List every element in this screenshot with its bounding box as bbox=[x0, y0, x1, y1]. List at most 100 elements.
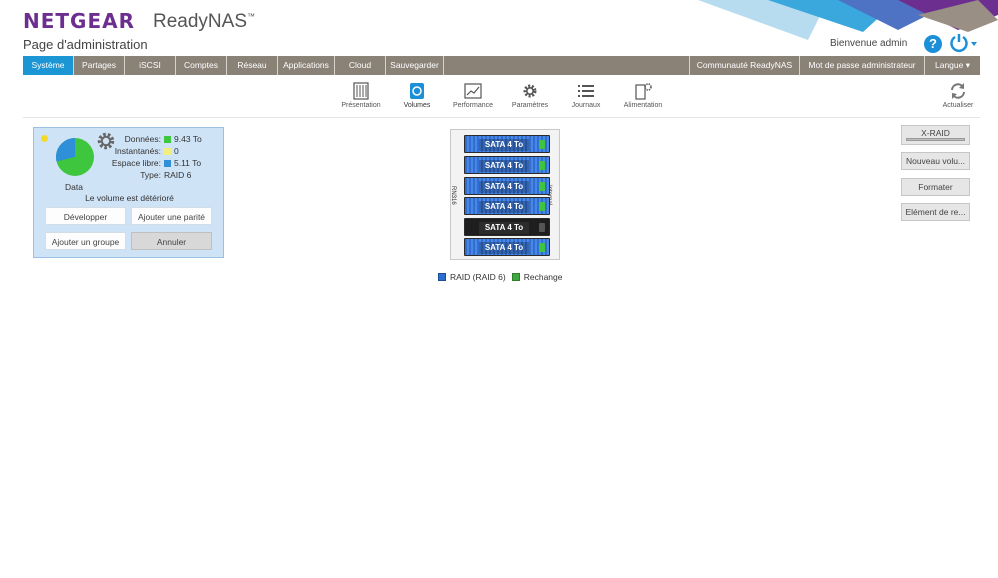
tab-network[interactable]: Réseau bbox=[227, 56, 278, 75]
chassis-model-label: RN316 bbox=[450, 186, 456, 205]
data-swatch bbox=[164, 135, 171, 143]
power-menu-button[interactable] bbox=[949, 33, 979, 53]
subtool-performance[interactable]: Performance bbox=[443, 82, 503, 109]
power-settings-icon bbox=[635, 83, 652, 100]
toolbar-divider bbox=[23, 117, 980, 118]
cancel-button[interactable]: Annuler bbox=[131, 232, 212, 250]
tab-cloud[interactable]: Cloud bbox=[335, 56, 386, 75]
stat-label: Instantanés: bbox=[114, 146, 161, 156]
add-parity-button[interactable]: Ajouter une parité bbox=[131, 207, 212, 225]
stat-value-text: 9.43 To bbox=[174, 134, 202, 144]
volume-stats: Données: 9.43 To Instantanés: 0 Espace l… bbox=[104, 133, 224, 181]
chevron-down-icon bbox=[971, 42, 977, 46]
stat-free-space: Espace libre: 5.11 To bbox=[104, 157, 224, 169]
disk-legend: RAID (RAID 6) Rechange bbox=[438, 272, 563, 282]
disk-led bbox=[539, 140, 545, 149]
disk-bay-5[interactable]: SATA 4 To bbox=[464, 218, 550, 236]
disk-bay-1[interactable]: SATA 4 To bbox=[464, 135, 550, 153]
language-label: Langue bbox=[934, 60, 964, 70]
subtool-label: Présentation bbox=[341, 102, 381, 109]
refresh-button[interactable]: Actualiser bbox=[928, 82, 988, 109]
subtool-label: Alimentation bbox=[623, 102, 663, 109]
subtool-power[interactable]: Alimentation bbox=[613, 82, 673, 109]
disk-label: SATA 4 To bbox=[479, 160, 529, 172]
spare-element-button[interactable]: Elément de re... bbox=[901, 203, 970, 221]
stat-value-text: RAID 6 bbox=[164, 170, 192, 180]
help-button[interactable]: ? bbox=[924, 35, 942, 53]
stat-label: Espace libre: bbox=[111, 158, 161, 168]
stat-type: Type: RAID 6 bbox=[104, 169, 224, 181]
legend-spare-label: Rechange bbox=[523, 272, 563, 282]
subtool-label: Volumes bbox=[403, 102, 431, 109]
tab-iscsi[interactable]: iSCSI bbox=[125, 56, 176, 75]
refresh-icon bbox=[951, 83, 965, 99]
volume-status-text: Le volume est détérioré bbox=[85, 193, 174, 203]
nav-community[interactable]: Communauté ReadyNAS bbox=[690, 56, 800, 75]
xraid-label: X-RAID bbox=[921, 128, 950, 138]
disk-bay-2[interactable]: SATA 4 To bbox=[464, 156, 550, 174]
readynas-admin-page: NETGEAR ReadyNAS™ Page d'administration … bbox=[0, 0, 998, 578]
legend-raid-label: RAID (RAID 6) bbox=[450, 272, 506, 282]
tab-system[interactable]: Système bbox=[23, 56, 74, 75]
power-icon bbox=[950, 34, 968, 53]
disk-led bbox=[539, 243, 545, 252]
disk-bay-6[interactable]: SATA 4 To bbox=[464, 238, 550, 256]
chevron-down-icon: ▾ bbox=[965, 60, 971, 70]
xraid-button[interactable]: X-RAID bbox=[901, 125, 970, 145]
raid-swatch bbox=[438, 273, 446, 281]
disk-label: SATA 4 To bbox=[479, 139, 529, 151]
volume-card[interactable]: Données: 9.43 To Instantanés: 0 Espace l… bbox=[33, 127, 224, 258]
xraid-indicator bbox=[906, 138, 965, 141]
subtool-label: Performance bbox=[452, 102, 494, 109]
subtool-settings[interactable]: Paramètres bbox=[500, 82, 560, 109]
tab-backup[interactable]: Sauvegarder bbox=[386, 56, 444, 75]
tab-apps[interactable]: Applications bbox=[278, 56, 335, 75]
free-swatch bbox=[164, 159, 171, 167]
trademark-mark: ™ bbox=[247, 12, 255, 21]
settings-icon bbox=[523, 84, 537, 98]
expand-button[interactable]: Développer bbox=[45, 207, 126, 225]
volume-usage-pie bbox=[55, 137, 94, 176]
disk-label: SATA 4 To bbox=[479, 222, 529, 234]
disk-bay-3[interactable]: SATA 4 To bbox=[464, 177, 550, 195]
spare-swatch bbox=[511, 273, 520, 281]
new-volume-button[interactable]: Nouveau volu... bbox=[901, 152, 970, 170]
format-button[interactable]: Formater bbox=[901, 178, 970, 196]
tab-shares[interactable]: Partages bbox=[74, 56, 125, 75]
nav-spacer bbox=[444, 56, 690, 75]
nas-chassis: RN316 Internal SATA 4 To SATA 4 To SATA … bbox=[450, 129, 560, 260]
nav-admin-password[interactable]: Mot de passe administrateur bbox=[800, 56, 925, 75]
volume-status-dot bbox=[41, 135, 48, 142]
disk-bay-4[interactable]: SATA 4 To bbox=[464, 197, 550, 215]
stat-label: Type: bbox=[140, 170, 161, 180]
add-group-button[interactable]: Ajouter un groupe bbox=[45, 232, 126, 250]
system-subtoolbar: Présentation Volumes Performance Paramèt… bbox=[0, 82, 998, 112]
stat-value-text: 0 bbox=[174, 146, 179, 156]
stat-data: Données: 9.43 To bbox=[104, 133, 224, 145]
subtool-volumes[interactable]: Volumes bbox=[387, 82, 447, 109]
stat-value-text: 5.11 To bbox=[174, 158, 202, 168]
product-name: ReadyNAS™ bbox=[153, 11, 255, 33]
tab-accounts[interactable]: Comptes bbox=[176, 56, 227, 75]
page-subtitle: Page d'administration bbox=[23, 37, 148, 52]
volumes-icon bbox=[410, 83, 424, 99]
disk-label: SATA 4 To bbox=[479, 242, 529, 254]
stat-snapshots: Instantanés: 0 bbox=[104, 145, 224, 157]
stat-value: 9.43 To bbox=[164, 133, 202, 145]
snapshot-swatch bbox=[164, 147, 171, 155]
volume-name: Data bbox=[65, 182, 83, 192]
subtool-label: Journaux bbox=[571, 102, 601, 109]
subtool-logs[interactable]: Journaux bbox=[556, 82, 616, 109]
nav-language[interactable]: Langue ▾ bbox=[925, 56, 980, 75]
stat-value: 0 bbox=[164, 145, 179, 157]
performance-icon bbox=[464, 83, 482, 99]
main-nav: Système Partages iSCSI Comptes Réseau Ap… bbox=[23, 56, 980, 75]
disk-led bbox=[539, 182, 545, 191]
disk-led bbox=[539, 161, 545, 170]
disk-led bbox=[539, 223, 545, 232]
welcome-text: Bienvenue admin bbox=[830, 38, 908, 49]
overview-icon bbox=[353, 82, 369, 100]
disk-label: SATA 4 To bbox=[479, 181, 529, 193]
stat-value: 5.11 To bbox=[164, 157, 201, 169]
subtool-overview[interactable]: Présentation bbox=[331, 82, 391, 109]
